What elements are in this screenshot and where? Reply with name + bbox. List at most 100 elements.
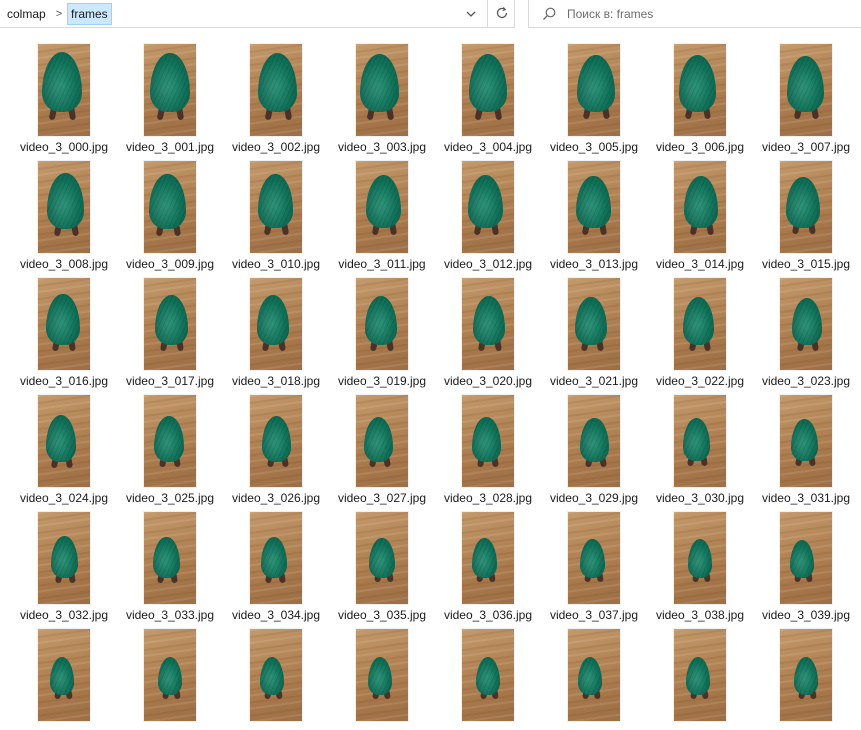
- refresh-icon[interactable]: [487, 0, 515, 27]
- file-thumbnail: [462, 629, 514, 721]
- file-thumbnail: [674, 44, 726, 136]
- file-tile[interactable]: video_3_035.jpg: [329, 496, 435, 622]
- explorer-toolbar: colmap > frames: [0, 0, 861, 28]
- file-tile[interactable]: video_3_020.jpg: [435, 262, 541, 388]
- file-tile-partial[interactable]: [541, 613, 647, 730]
- file-thumbnail: [144, 278, 196, 370]
- file-thumbnail: [568, 395, 620, 487]
- file-thumbnail: [38, 278, 90, 370]
- file-thumbnail: [356, 44, 408, 136]
- file-thumbnail: [780, 161, 832, 253]
- file-tile[interactable]: video_3_033.jpg: [117, 496, 223, 622]
- search-box[interactable]: [528, 0, 861, 28]
- file-tile[interactable]: video_3_005.jpg: [541, 28, 647, 154]
- file-tile-partial[interactable]: [753, 613, 859, 730]
- file-thumbnail: [568, 44, 620, 136]
- file-thumbnail: [462, 278, 514, 370]
- file-tile[interactable]: video_3_022.jpg: [647, 262, 753, 388]
- chevron-down-icon[interactable]: [461, 4, 481, 24]
- file-tile[interactable]: video_3_007.jpg: [753, 28, 859, 154]
- file-tile[interactable]: video_3_012.jpg: [435, 145, 541, 271]
- file-tile[interactable]: video_3_015.jpg: [753, 145, 859, 271]
- address-bar[interactable]: colmap > frames: [0, 0, 515, 28]
- file-tile-partial[interactable]: [329, 613, 435, 730]
- file-thumbnail: [250, 44, 302, 136]
- file-tile[interactable]: video_3_014.jpg: [647, 145, 753, 271]
- file-tile[interactable]: video_3_010.jpg: [223, 145, 329, 271]
- file-tile[interactable]: video_3_018.jpg: [223, 262, 329, 388]
- file-tile[interactable]: video_3_008.jpg: [11, 145, 117, 271]
- file-thumbnail: [144, 161, 196, 253]
- file-tile[interactable]: video_3_017.jpg: [117, 262, 223, 388]
- file-thumbnail: [356, 161, 408, 253]
- file-thumbnail: [356, 395, 408, 487]
- file-tile[interactable]: video_3_038.jpg: [647, 496, 753, 622]
- file-thumbnail: [38, 161, 90, 253]
- file-thumbnail: [568, 512, 620, 604]
- file-tile[interactable]: video_3_023.jpg: [753, 262, 859, 388]
- file-thumbnail: [462, 395, 514, 487]
- file-thumbnail: [144, 44, 196, 136]
- file-tile[interactable]: video_3_019.jpg: [329, 262, 435, 388]
- file-tile[interactable]: video_3_032.jpg: [11, 496, 117, 622]
- file-tile[interactable]: video_3_002.jpg: [223, 28, 329, 154]
- file-thumbnail: [250, 512, 302, 604]
- file-thumbnail: [356, 629, 408, 721]
- file-thumbnail: [568, 278, 620, 370]
- file-thumbnail: [568, 161, 620, 253]
- breadcrumb-chevron-right-icon[interactable]: >: [52, 4, 66, 24]
- file-tile[interactable]: video_3_039.jpg: [753, 496, 859, 622]
- file-tile[interactable]: video_3_029.jpg: [541, 379, 647, 505]
- file-thumbnail: [674, 395, 726, 487]
- file-thumbnail: [568, 629, 620, 721]
- file-tile[interactable]: video_3_026.jpg: [223, 379, 329, 505]
- file-tile[interactable]: video_3_037.jpg: [541, 496, 647, 622]
- file-thumbnail: [144, 512, 196, 604]
- file-tile[interactable]: video_3_011.jpg: [329, 145, 435, 271]
- file-tile[interactable]: video_3_024.jpg: [11, 379, 117, 505]
- file-thumbnail: [38, 629, 90, 721]
- file-thumbnail: [38, 512, 90, 604]
- file-tile[interactable]: video_3_001.jpg: [117, 28, 223, 154]
- file-tile[interactable]: video_3_021.jpg: [541, 262, 647, 388]
- file-tile[interactable]: video_3_013.jpg: [541, 145, 647, 271]
- file-thumbnail: [674, 161, 726, 253]
- file-tile-partial[interactable]: [223, 613, 329, 730]
- file-tile[interactable]: video_3_027.jpg: [329, 379, 435, 505]
- file-tile[interactable]: video_3_025.jpg: [117, 379, 223, 505]
- file-tile-partial[interactable]: [647, 613, 753, 730]
- file-tile[interactable]: video_3_009.jpg: [117, 145, 223, 271]
- file-thumbnail: [780, 278, 832, 370]
- file-thumbnail: [674, 278, 726, 370]
- file-tile[interactable]: video_3_031.jpg: [753, 379, 859, 505]
- file-thumbnail: [144, 395, 196, 487]
- file-thumbnail: [38, 395, 90, 487]
- file-tile[interactable]: video_3_030.jpg: [647, 379, 753, 505]
- search-icon: [541, 6, 557, 27]
- file-tile-partial[interactable]: [117, 613, 223, 730]
- file-tile[interactable]: video_3_036.jpg: [435, 496, 541, 622]
- file-thumbnail: [356, 512, 408, 604]
- file-thumbnail: [250, 278, 302, 370]
- file-grid: video_3_000.jpg video_3_001.jpg video_3_00…: [0, 28, 861, 721]
- file-tile-partial[interactable]: [435, 613, 541, 730]
- search-input[interactable]: [567, 4, 847, 24]
- file-thumbnail: [780, 44, 832, 136]
- file-tile[interactable]: video_3_000.jpg: [11, 28, 117, 154]
- file-tile[interactable]: video_3_016.jpg: [11, 262, 117, 388]
- file-thumbnail: [250, 161, 302, 253]
- file-tile[interactable]: video_3_006.jpg: [647, 28, 753, 154]
- file-tile[interactable]: video_3_034.jpg: [223, 496, 329, 622]
- file-thumbnail: [38, 44, 90, 136]
- file-thumbnail: [674, 512, 726, 604]
- file-thumbnail: [356, 278, 408, 370]
- file-thumbnail: [780, 395, 832, 487]
- file-tile-partial[interactable]: [11, 613, 117, 730]
- file-tile[interactable]: video_3_028.jpg: [435, 379, 541, 505]
- breadcrumb-frames[interactable]: frames: [67, 3, 112, 25]
- file-tile[interactable]: video_3_004.jpg: [435, 28, 541, 154]
- file-tile[interactable]: video_3_003.jpg: [329, 28, 435, 154]
- file-thumbnail: [144, 629, 196, 721]
- breadcrumb-colmap[interactable]: colmap: [4, 4, 49, 24]
- file-thumbnail: [780, 512, 832, 604]
